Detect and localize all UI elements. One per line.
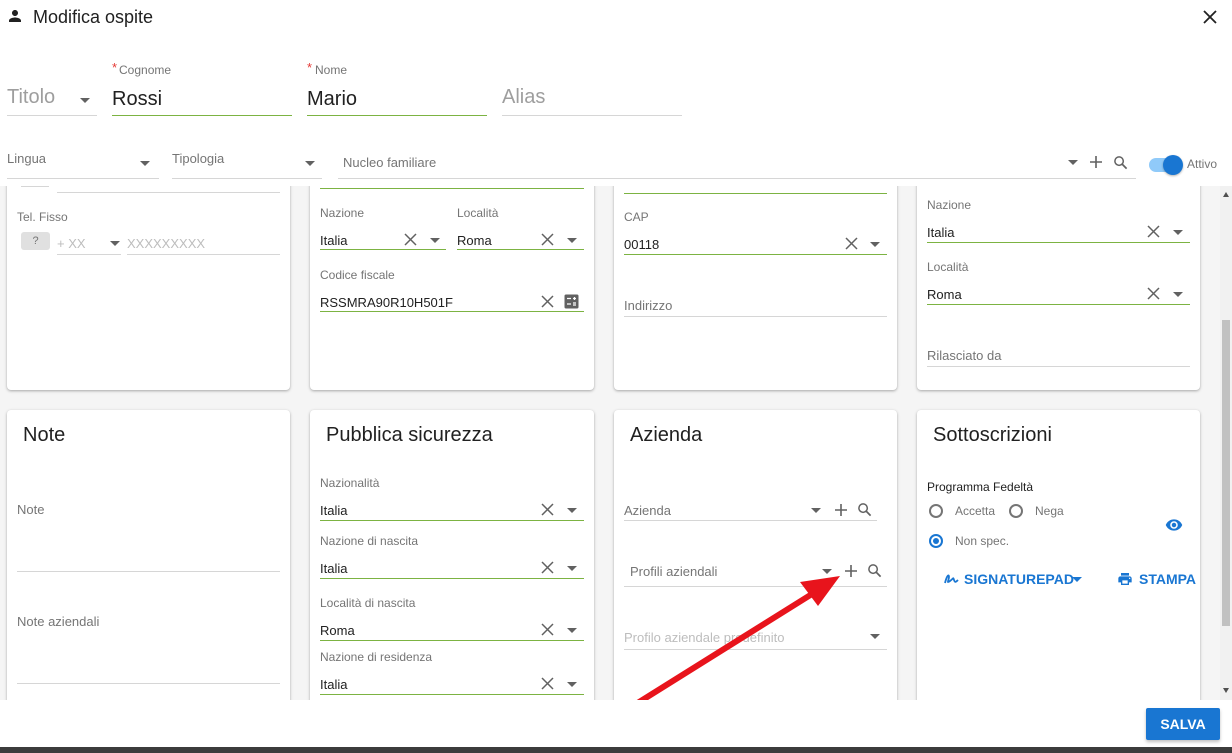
save-button[interactable]: SALVA	[1146, 708, 1220, 740]
alias-placeholder: Alias	[502, 86, 546, 108]
tipologia-label: Tipologia	[172, 151, 225, 166]
nome-field[interactable]: * Nome Mario	[307, 60, 487, 118]
search-icon[interactable]	[1113, 155, 1128, 170]
alias-field[interactable]: Alias	[502, 80, 682, 117]
attivo-toggle[interactable]	[1147, 155, 1183, 175]
scrollbar-thumb[interactable]	[1222, 320, 1230, 626]
nome-value: Mario	[307, 88, 358, 110]
dropdown-arrow-icon[interactable]	[1068, 160, 1078, 165]
add-icon[interactable]	[1089, 155, 1103, 169]
lingua-label: Lingua	[7, 151, 47, 166]
cognome-value: Rossi	[112, 88, 163, 110]
titolo-field[interactable]: Titolo	[7, 80, 97, 117]
content-scroll-area: Tel. Fisso ? + XX XXXXXXXXX Nazione Ital…	[0, 186, 1220, 700]
nucleo-familiare-label: Nucleo familiare	[343, 155, 437, 170]
dropdown-arrow-icon[interactable]	[140, 161, 150, 166]
titolo-placeholder: Titolo	[7, 86, 56, 108]
person-icon	[6, 7, 24, 25]
close-icon[interactable]	[1202, 9, 1218, 25]
dropdown-arrow-icon[interactable]	[80, 98, 90, 103]
dialog-title: Modifica ospite	[33, 7, 154, 27]
annotation-arrow-icon	[0, 186, 1220, 700]
lingua-field[interactable]: Lingua	[7, 148, 159, 180]
nome-label: Nome	[315, 63, 348, 77]
dropdown-arrow-icon[interactable]	[305, 161, 315, 166]
cognome-field[interactable]: * Cognome Rossi	[112, 60, 292, 118]
bottom-bar	[0, 747, 1232, 753]
attivo-label: Attivo	[1187, 157, 1218, 171]
nucleo-familiare-field[interactable]: Nucleo familiare	[338, 148, 1136, 180]
cognome-label: Cognome	[119, 63, 172, 77]
tipologia-field[interactable]: Tipologia	[172, 148, 322, 180]
scrollbar[interactable]	[1220, 186, 1232, 700]
